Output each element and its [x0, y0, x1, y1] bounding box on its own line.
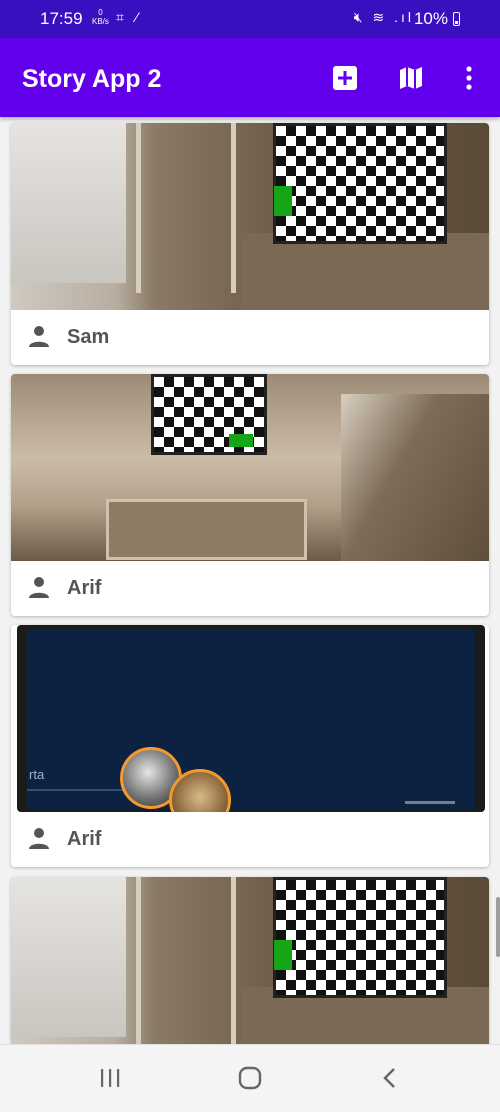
checkerboard-screen [273, 877, 447, 998]
green-marker [229, 434, 253, 447]
story-image[interactable] [11, 877, 489, 1044]
status-bar: 17:59 0 KB/s ⌗ ⁄ 🔇︎ ≋ .ıl 10% [0, 0, 500, 38]
signal-icons: 🔇︎ ≋ .ıl [353, 9, 414, 25]
more-options-button[interactable] [454, 63, 484, 93]
story-card[interactable]: Arif [11, 374, 489, 616]
map-label: rta [29, 767, 45, 782]
story-footer: Sam [11, 310, 489, 365]
network-speed: 0 KB/s [92, 8, 109, 26]
app-bar: Story App 2 [0, 38, 500, 117]
map-icon [400, 67, 422, 89]
window [11, 123, 126, 283]
story-author: Sam [67, 326, 110, 348]
story-card[interactable]: Sam [11, 123, 489, 365]
story-image[interactable]: rta [11, 625, 489, 812]
battery-level: 10% [413, 9, 448, 28]
story-card[interactable] [11, 877, 489, 1044]
scrollbar[interactable] [496, 897, 500, 957]
green-marker [274, 940, 292, 970]
person-icon [29, 577, 49, 598]
screenshot-icon: ⌗ ⁄ [116, 9, 143, 25]
story-image[interactable] [11, 374, 489, 561]
green-marker [274, 186, 292, 216]
map-screen: rta [27, 629, 475, 812]
story-footer: Arif [11, 812, 489, 867]
home-icon [238, 1066, 262, 1090]
wall-window [341, 394, 489, 561]
story-author: Arif [67, 828, 102, 850]
home-button[interactable] [230, 1063, 270, 1093]
shelf [136, 123, 236, 293]
story-list[interactable]: Sam Arif rta Arif [0, 117, 500, 1044]
shelves [106, 499, 307, 560]
add-icon [333, 66, 357, 90]
person-icon [29, 326, 49, 347]
back-icon [383, 1068, 395, 1088]
app-title: Story App 2 [22, 65, 162, 93]
map-attribution [405, 801, 455, 804]
story-author: Arif [67, 577, 102, 599]
system-nav-bar [0, 1044, 500, 1112]
tv-stand [241, 233, 489, 310]
status-time: 17:59 [40, 9, 83, 28]
more-vert-icon [466, 66, 472, 90]
story-card[interactable]: rta Arif [11, 625, 489, 867]
checkerboard-screen [273, 123, 447, 244]
map-button[interactable] [396, 63, 426, 93]
shelf [136, 877, 236, 1044]
recents-button[interactable] [90, 1063, 130, 1093]
phone-frame: rta [17, 625, 485, 812]
story-image[interactable] [11, 123, 489, 310]
battery-icon [453, 12, 460, 26]
person-icon [29, 828, 49, 849]
story-footer: Arif [11, 561, 489, 616]
recents-icon [101, 1069, 120, 1087]
window [11, 877, 126, 1037]
back-button[interactable] [370, 1063, 410, 1093]
add-story-button[interactable] [330, 63, 360, 93]
